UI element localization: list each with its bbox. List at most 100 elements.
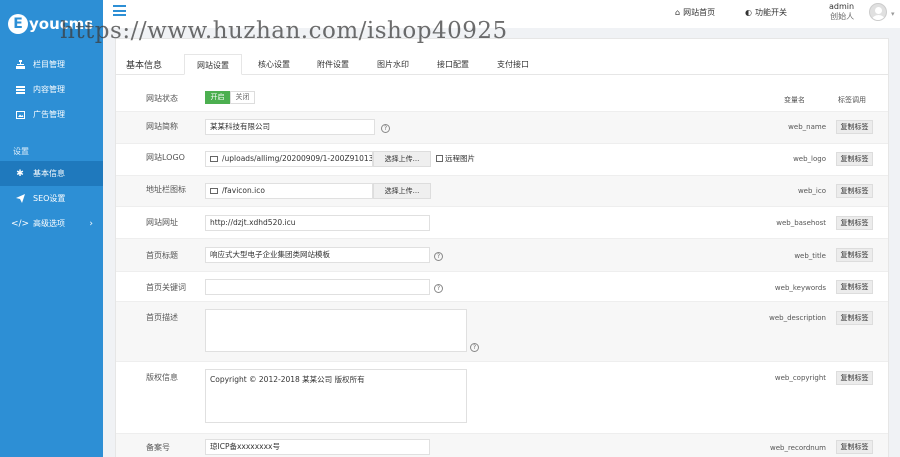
copy-tag-button[interactable]: 复制标签 bbox=[836, 184, 873, 198]
sidebar-item-ads[interactable]: 广告管理 bbox=[0, 102, 103, 127]
feature-switch-label: 功能开关 bbox=[754, 8, 787, 17]
field-label: 首页关键词 bbox=[146, 283, 186, 292]
home-link[interactable]: ⌂ 网站首页 bbox=[675, 7, 715, 18]
var-name: web_ico bbox=[797, 187, 826, 195]
list-icon bbox=[13, 85, 27, 94]
row-site-logo: 网站LOGO /uploads/allimg/20200909/1-200Z91… bbox=[116, 144, 888, 176]
app-logo[interactable]: E youcms bbox=[0, 0, 103, 48]
help-icon[interactable]: ? bbox=[470, 343, 479, 352]
field-label: 备案号 bbox=[146, 443, 170, 452]
copy-tag-button[interactable]: 复制标签 bbox=[836, 152, 873, 166]
sidebar: E youcms 栏目管理 内容管理 广告管理 设置 ✱ 基本信息 SEO设置 … bbox=[0, 0, 103, 457]
copy-tag-button[interactable]: 复制标签 bbox=[836, 440, 873, 454]
tab-core-settings[interactable]: 核心设置 bbox=[244, 54, 304, 75]
var-name: web_copyright bbox=[774, 374, 826, 382]
code-icon: </> bbox=[10, 218, 30, 229]
chevron-right-icon: › bbox=[89, 218, 93, 229]
sidebar-item-label: 内容管理 bbox=[33, 85, 65, 94]
tab-watermark[interactable]: 图片水印 bbox=[364, 54, 422, 75]
tab-attachment-settings[interactable]: 附件设置 bbox=[304, 54, 362, 75]
sidebar-item-basic-info[interactable]: ✱ 基本信息 bbox=[0, 161, 103, 186]
status-on-button[interactable]: 开启 bbox=[205, 91, 230, 104]
image-icon bbox=[210, 188, 218, 194]
card-header: 基本信息 网站设置 核心设置 附件设置 图片水印 接口配置 支付接口 bbox=[116, 39, 888, 75]
help-icon[interactable]: ? bbox=[381, 124, 390, 133]
status-off-button[interactable]: 关闭 bbox=[230, 91, 255, 104]
field-label: 网站LOGO bbox=[146, 153, 185, 162]
settings-card: 基本信息 网站设置 核心设置 附件设置 图片水印 接口配置 支付接口 网站状态 … bbox=[115, 38, 889, 457]
avatar[interactable] bbox=[869, 3, 887, 21]
sidebar-item-content[interactable]: 内容管理 bbox=[0, 77, 103, 102]
basehost-input[interactable]: http://dzjt.xdhd520.icu bbox=[205, 215, 430, 231]
help-icon[interactable]: ? bbox=[434, 284, 443, 293]
sidebar-item-label: 广告管理 bbox=[33, 110, 65, 119]
user-info[interactable]: admin 创始人 bbox=[829, 2, 854, 22]
copy-tag-button[interactable]: 复制标签 bbox=[836, 371, 873, 385]
row-basehost: 网站网址 http://dzjt.xdhd520.icu web_basehos… bbox=[116, 207, 888, 239]
menu-toggle-icon[interactable] bbox=[113, 5, 126, 16]
image-icon bbox=[13, 110, 27, 119]
topbar: ⌂ 网站首页 ◐ 功能开关 admin 创始人 ▾ bbox=[103, 0, 900, 28]
copy-tag-button[interactable]: 复制标签 bbox=[836, 311, 873, 325]
home-description-textarea[interactable] bbox=[205, 309, 467, 352]
tab-payment-api[interactable]: 支付接口 bbox=[484, 54, 542, 75]
var-name: web_description bbox=[769, 314, 826, 322]
record-number-input[interactable]: 琼ICP备xxxxxxxx号 bbox=[205, 439, 430, 455]
home-title-input[interactable]: 响应式大型电子企业集团类网站模板 bbox=[205, 247, 430, 263]
sidebar-section-settings: 设置 bbox=[13, 146, 29, 156]
tab-site-settings[interactable]: 网站设置 bbox=[184, 54, 242, 75]
column-header-var: 变量名 bbox=[784, 96, 805, 104]
favicon-upload-button[interactable]: 选择上传... bbox=[373, 183, 431, 199]
var-name: web_recordnum bbox=[769, 444, 826, 452]
var-name: web_title bbox=[794, 252, 826, 260]
sidebar-item-advanced[interactable]: </> 高级选项 › bbox=[0, 211, 103, 236]
copy-tag-button[interactable]: 复制标签 bbox=[836, 248, 873, 262]
field-label: 网站状态 bbox=[146, 94, 178, 103]
var-name: web_logo bbox=[793, 155, 826, 163]
var-name: web_name bbox=[788, 123, 826, 131]
user-role: 创始人 bbox=[830, 12, 855, 21]
page-title: 基本信息 bbox=[126, 61, 163, 71]
copyright-textarea[interactable]: Copyright © 2012-2018 某某公司 版权所有 bbox=[205, 369, 467, 423]
chevron-down-icon[interactable]: ▾ bbox=[891, 10, 895, 18]
feature-switch-link[interactable]: ◐ 功能开关 bbox=[745, 7, 787, 18]
home-icon: ⌂ bbox=[675, 8, 681, 17]
logo-path-input[interactable]: /uploads/allimg/20200909/1-200Z910130 bbox=[205, 151, 373, 167]
logo-mark: E bbox=[8, 14, 28, 34]
copy-tag-button[interactable]: 复制标签 bbox=[836, 120, 873, 134]
logo-text: youcms bbox=[29, 15, 94, 33]
row-record-number: 备案号 琼ICP备xxxxxxxx号 web_recordnum 复制标签 bbox=[116, 434, 888, 457]
remote-image-checkbox[interactable]: 远程图片 bbox=[436, 153, 475, 164]
sitemap-icon bbox=[13, 60, 27, 69]
gear-icon: ✱ bbox=[16, 168, 24, 179]
row-favicon: 地址栏图标 /favicon.ico 选择上传... web_ico 复制标签 bbox=[116, 176, 888, 207]
field-label: 地址栏图标 bbox=[146, 185, 186, 194]
row-home-keywords: 首页关键词 ? web_keywords 复制标签 bbox=[116, 272, 888, 302]
user-name: admin bbox=[829, 2, 855, 11]
home-link-label: 网站首页 bbox=[683, 8, 716, 17]
field-label: 首页描述 bbox=[146, 313, 178, 322]
field-label: 网站简称 bbox=[146, 122, 178, 131]
sidebar-item-seo[interactable]: SEO设置 bbox=[0, 186, 103, 211]
favicon-path-input[interactable]: /favicon.ico bbox=[205, 183, 373, 199]
tab-api-config[interactable]: 接口配置 bbox=[424, 54, 482, 75]
sidebar-item-label: 栏目管理 bbox=[33, 60, 65, 69]
favicon-path-value: /favicon.ico bbox=[222, 186, 265, 195]
logo-upload-button[interactable]: 选择上传... bbox=[373, 151, 431, 167]
var-name: web_keywords bbox=[774, 284, 826, 292]
field-label: 网站网址 bbox=[146, 218, 178, 227]
var-name: web_basehost bbox=[776, 219, 826, 227]
paper-plane-icon bbox=[13, 194, 27, 203]
copy-tag-button[interactable]: 复制标签 bbox=[836, 280, 873, 294]
copy-tag-button[interactable]: 复制标签 bbox=[836, 216, 873, 230]
sidebar-item-label: 高级选项 bbox=[33, 219, 65, 228]
logo-path-value: /uploads/allimg/20200909/1-200Z910130 bbox=[222, 154, 373, 163]
sidebar-item-columns[interactable]: 栏目管理 bbox=[0, 52, 103, 77]
help-icon[interactable]: ? bbox=[434, 252, 443, 261]
site-name-input[interactable]: 某某科技有限公司 bbox=[205, 119, 375, 135]
row-home-title: 首页标题 响应式大型电子企业集团类网站模板 ? web_title 复制标签 bbox=[116, 239, 888, 272]
image-icon bbox=[210, 156, 218, 162]
home-keywords-input[interactable] bbox=[205, 279, 430, 295]
field-label: 版权信息 bbox=[146, 373, 178, 382]
sidebar-item-label: 基本信息 bbox=[33, 169, 65, 178]
